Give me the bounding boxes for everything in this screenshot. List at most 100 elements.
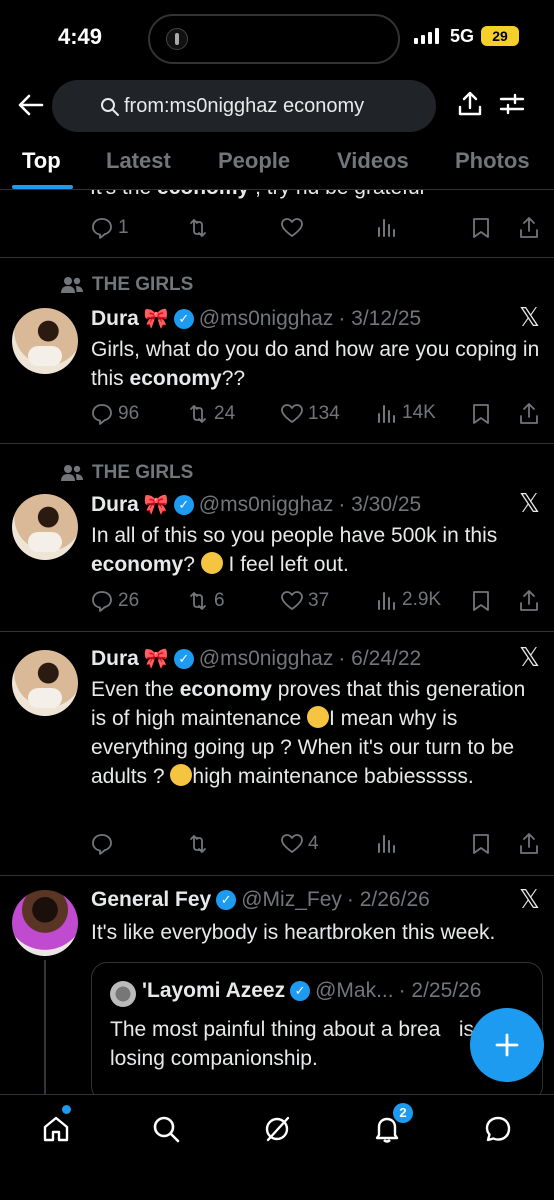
avatar[interactable] — [12, 650, 78, 716]
bookmark-button[interactable] — [470, 216, 492, 240]
tweet-date: · 6/24/22 — [338, 646, 422, 670]
author-handle: @ms0nigghaz — [198, 306, 334, 330]
social-context: THE GIRLS — [60, 274, 193, 296]
like-button[interactable]: 37 — [280, 589, 329, 613]
tweet-text: Even the economy proves that this genera… — [91, 675, 546, 791]
tweet-card[interactable]: THE GIRLS Dura 🎀 ✓ @ms0nigghaz · 3/12/25 𝕏… — [0, 258, 554, 444]
bookmark-button[interactable] — [470, 402, 492, 426]
tweet-actions: 4 — [90, 832, 540, 862]
author-name[interactable]: General Fey — [91, 888, 211, 912]
tab-latest[interactable]: Latest — [106, 148, 171, 174]
share-button[interactable] — [518, 216, 540, 240]
author-handle: @ms0nigghaz — [198, 646, 334, 670]
tweet-actions: 1 — [90, 216, 540, 246]
tab-top[interactable]: Top — [22, 148, 61, 174]
views-button[interactable]: 2.9K — [376, 589, 441, 611]
tweet-date: · 3/12/25 — [338, 306, 422, 330]
author-handle: @ms0nigghaz — [198, 492, 334, 516]
compose-button[interactable] — [470, 1008, 544, 1082]
battery-icon: 29 — [481, 26, 519, 46]
relieved-emoji-icon — [306, 706, 329, 728]
share-button[interactable] — [518, 402, 540, 426]
tweet-text-part: Even the — [91, 678, 180, 701]
like-count: 134 — [308, 403, 340, 424]
tweet-card[interactable]: Dura 🎀 ✓ @ms0nigghaz · 6/24/22 𝕏 Even the … — [0, 632, 554, 876]
reply-button[interactable]: 96 — [90, 402, 139, 426]
tweet-header: Dura 🎀 ✓ @ms0nigghaz · 3/12/25 — [91, 306, 421, 331]
x-logo-icon: 𝕏 — [519, 302, 540, 332]
share-button[interactable] — [518, 589, 540, 613]
author-name[interactable]: Dura — [91, 307, 139, 331]
tab-people[interactable]: People — [218, 148, 290, 174]
views-button[interactable] — [376, 832, 398, 854]
tab-videos[interactable]: Videos — [337, 148, 409, 174]
like-count: 37 — [308, 590, 330, 611]
battery-level: 29 — [492, 28, 508, 44]
repost-button[interactable] — [186, 216, 210, 240]
people-icon — [61, 277, 83, 293]
repost-count: 24 — [214, 403, 236, 424]
author-name[interactable]: Dura — [91, 493, 139, 517]
tweet-header: Dura 🎀 ✓ @ms0nigghaz · 6/24/22 — [91, 646, 421, 671]
tweet-text-highlight: economy — [129, 367, 222, 390]
thread-line — [44, 960, 46, 1094]
author-handle: @Miz_Fey — [241, 888, 342, 911]
search-nav-icon[interactable] — [146, 1109, 186, 1149]
tweet-text-part: It's the — [90, 190, 157, 199]
view-count: 2.9K — [402, 589, 442, 610]
filter-icon[interactable] — [498, 90, 526, 123]
bow-emoji-icon: 🎀 — [143, 648, 169, 670]
like-button[interactable] — [280, 216, 304, 240]
back-arrow-icon[interactable] — [16, 90, 46, 120]
dynamic-island — [148, 14, 400, 64]
quoted-tweet-date: · 2/25/26 — [398, 979, 482, 1002]
views-button[interactable]: 14K — [376, 402, 436, 424]
author-name[interactable]: Dura — [91, 647, 139, 671]
plus-icon — [495, 1033, 519, 1057]
avatar[interactable] — [12, 494, 78, 560]
x-logo-icon: 𝕏 — [519, 642, 540, 672]
like-button[interactable]: 4 — [280, 832, 319, 856]
tweet-text-part: ?? — [221, 367, 246, 390]
like-button[interactable]: 134 — [280, 402, 340, 426]
status-bar: 4:49 5G 29 — [0, 0, 554, 76]
tweet-card[interactable]: THE GIRLS Dura 🎀 ✓ @ms0nigghaz · 3/30/25 𝕏… — [0, 444, 554, 632]
reply-button[interactable]: 1 — [90, 216, 129, 240]
active-tab-indicator — [12, 185, 73, 189]
bottom-nav: 2 — [0, 1094, 554, 1200]
share-button[interactable] — [518, 832, 540, 856]
tweet-text: It's the economy , try nd be grateful — [90, 190, 424, 200]
x-logo-icon: 𝕏 — [519, 884, 540, 914]
network-type: 5G — [450, 26, 475, 46]
tweet-text-highlight: economy — [91, 553, 184, 576]
views-button[interactable] — [376, 216, 398, 238]
home-unread-dot — [62, 1105, 71, 1114]
reply-button[interactable] — [90, 832, 114, 856]
tweet-text-highlight: economy — [157, 190, 249, 199]
tweet-partial[interactable]: It's the economy , try nd be grateful 1 — [0, 190, 554, 258]
repost-button[interactable]: 24 — [186, 402, 235, 426]
tweet-text-highlight: economy — [179, 678, 272, 701]
reply-button[interactable]: 26 — [90, 589, 139, 613]
reply-count: 26 — [118, 590, 140, 611]
verified-badge-icon: ✓ — [290, 981, 311, 1001]
tweet-header: Dura 🎀 ✓ @ms0nigghaz · 3/30/25 — [91, 492, 421, 517]
messages-icon[interactable] — [478, 1109, 518, 1149]
repost-button[interactable]: 6 — [186, 589, 225, 613]
bookmark-button[interactable] — [470, 589, 492, 613]
share-icon[interactable] — [456, 90, 484, 123]
social-context-label: THE GIRLS — [92, 462, 194, 483]
avatar[interactable] — [12, 890, 78, 956]
verified-badge-icon: ✓ — [173, 494, 194, 515]
grok-icon[interactable] — [257, 1109, 297, 1149]
search-header: from:ms0nigghaz economy — [0, 78, 554, 134]
bow-emoji-icon: 🎀 — [143, 494, 169, 516]
tweet-text: Girls, what do you do and how are you co… — [91, 335, 546, 393]
avatar[interactable] — [12, 308, 78, 374]
search-input[interactable]: from:ms0nigghaz economy — [52, 80, 436, 132]
tab-photos[interactable]: Photos — [455, 148, 530, 174]
bookmark-button[interactable] — [470, 832, 492, 856]
tweet-date: · 2/26/26 — [346, 888, 430, 911]
repost-button[interactable] — [186, 832, 210, 856]
home-icon[interactable] — [36, 1109, 76, 1149]
